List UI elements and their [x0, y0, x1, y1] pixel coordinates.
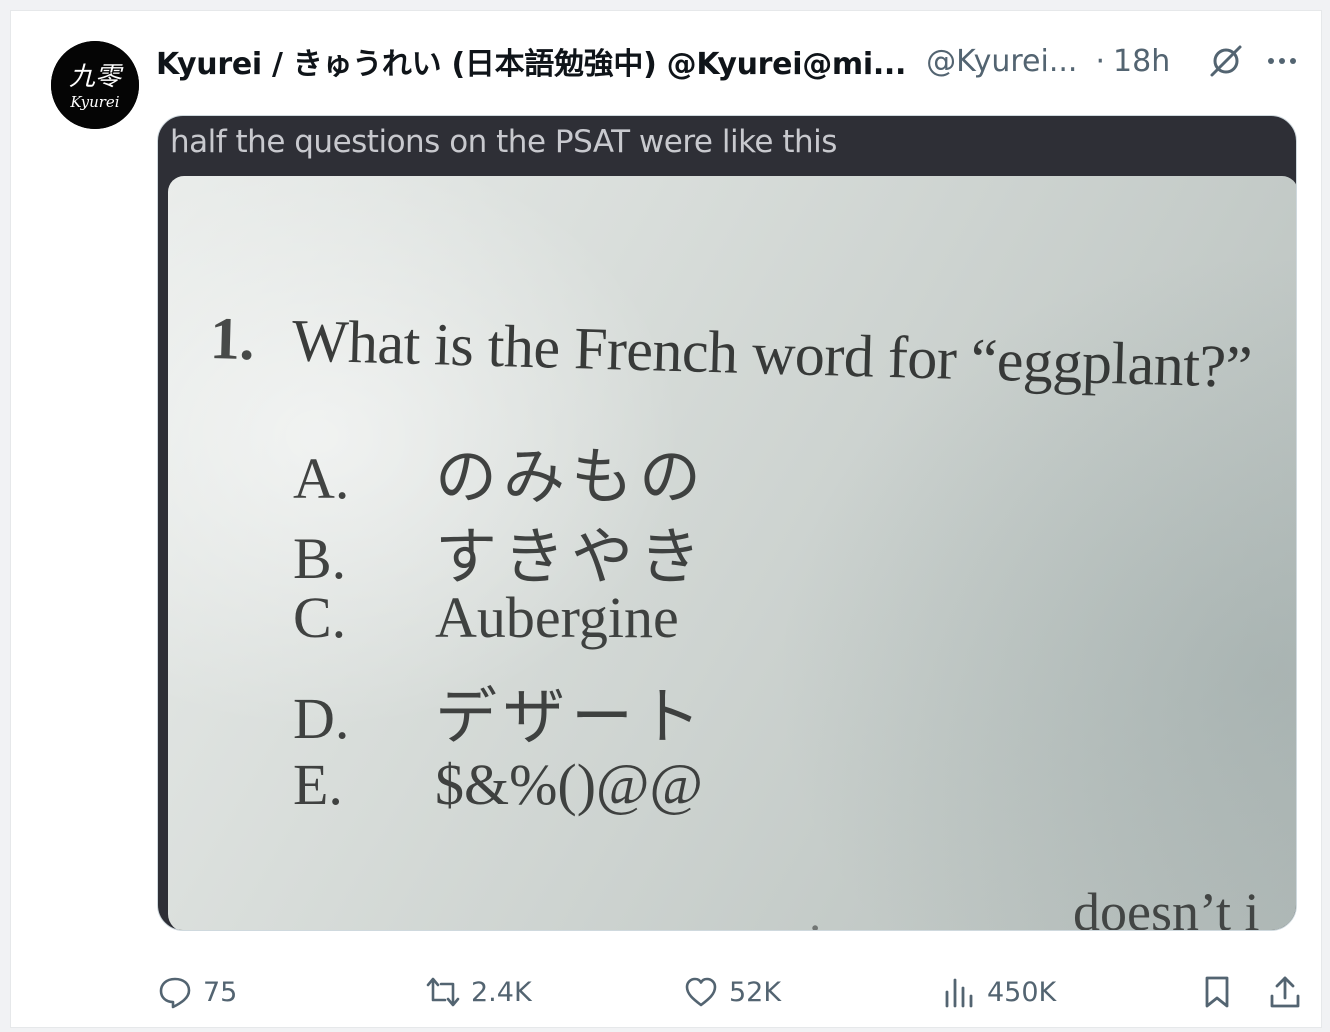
post-header: Kyurei / きゅうれい (日本語勉強中) @Kyurei@mi... @K… [156, 39, 1296, 83]
option-text: のみもの [435, 440, 708, 513]
option-d: D. デザート [293, 666, 707, 756]
question-text: What is the French word for “eggplant?” [291, 307, 1253, 401]
avatar-image: 九零 Kyurei [51, 41, 139, 129]
separator-dot: · [1095, 43, 1106, 79]
option-text: デザート [435, 680, 708, 753]
grok-icon[interactable] [1208, 43, 1244, 79]
reply-button[interactable]: 75 [157, 967, 237, 1017]
post-card[interactable]: 九零 Kyurei Kyurei / きゅうれい (日本語勉強中) @Kyure… [10, 10, 1322, 1028]
repost-icon [426, 977, 460, 1007]
views-count: 450K [987, 976, 1057, 1008]
views-icon [945, 978, 973, 1008]
question-line: 1. What is the French word for “eggplant?… [209, 304, 1253, 402]
option-letter: E. [293, 752, 343, 817]
like-icon [685, 977, 717, 1007]
option-letter: A. [293, 446, 350, 511]
option-letter: B. [293, 526, 347, 591]
repost-button[interactable]: 2.4K [425, 967, 532, 1017]
repost-count: 2.4K [471, 976, 532, 1008]
avatar[interactable]: 九零 Kyurei [51, 41, 139, 129]
post-time[interactable]: 18h [1113, 44, 1170, 79]
option-a: A. のみもの [293, 426, 707, 516]
action-bar: 75 2.4K 52K 450K [157, 967, 1307, 1017]
bookmark-button[interactable] [1199, 967, 1235, 1017]
option-b: B. すきやき [293, 506, 707, 596]
option-letter: C. [293, 585, 347, 650]
option-e: E. $&%()@@ [293, 751, 703, 818]
reply-count: 75 [203, 976, 238, 1008]
media-photo: 1. What is the French word for “eggplant?… [168, 176, 1296, 931]
like-button[interactable]: 52K [683, 967, 781, 1017]
cut-off-text-faint: ior [808, 912, 868, 930]
views-button[interactable]: 450K [941, 967, 1056, 1017]
post-media[interactable]: half the questions on the PSAT were like… [157, 115, 1297, 931]
option-letter: D. [293, 686, 350, 751]
question-number: 1. [209, 305, 255, 373]
more-icon[interactable] [1264, 43, 1300, 79]
display-name[interactable]: Kyurei / きゅうれい (日本語勉強中) @Kyurei@mi... [156, 39, 906, 83]
avatar-kanji: 九零 [69, 62, 124, 92]
media-caption: half the questions on the PSAT were like… [170, 124, 837, 160]
avatar-romaji: Kyurei [69, 93, 119, 111]
share-icon [1270, 976, 1300, 1008]
cut-off-text: doesn’t i [1073, 882, 1260, 931]
option-text: Aubergine [435, 585, 679, 650]
bookmark-icon [1205, 976, 1229, 1008]
option-text: $&%()@@ [435, 752, 703, 817]
like-count: 52K [729, 976, 782, 1008]
option-c: C. Aubergine [293, 584, 679, 651]
option-text: すきやき [435, 520, 708, 593]
user-handle[interactable]: @Kyurei... [926, 44, 1077, 79]
reply-icon [159, 977, 191, 1009]
share-button[interactable] [1267, 967, 1303, 1017]
